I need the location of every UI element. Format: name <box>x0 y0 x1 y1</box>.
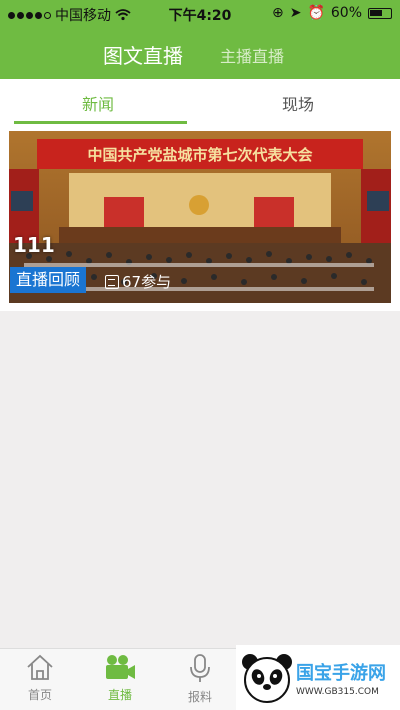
battery-icon <box>368 7 392 19</box>
panda-logo-icon <box>242 654 292 703</box>
live-item-card[interactable]: 中国共产党盐城市第七次代表大会 111 直播回顾 67参与 <box>0 125 400 311</box>
tabbar-item-report[interactable]: 报料 <box>165 653 235 705</box>
subtab-news[interactable]: 新闻 <box>82 91 114 115</box>
alarm-icon: ⏰ <box>307 5 325 21</box>
watermark-text: 国宝手游网 <box>296 663 386 684</box>
tabbar-item-home[interactable]: 首页 <box>5 653 75 703</box>
app-header: 中国移动 下午4:20 ⊕ ➤ ⏰ 60% 图文直播 主播直播 <box>0 0 400 79</box>
participants-count: 67参与 <box>105 271 171 292</box>
site-watermark: 国宝手游网 WWW.GB315.COM <box>236 645 400 710</box>
participants-label: 67参与 <box>122 273 172 291</box>
status-bar: 中国移动 下午4:20 ⊕ ➤ ⏰ 60% <box>0 0 400 26</box>
banner-text: 中国共产党盐城市第七次代表大会 <box>87 146 312 164</box>
tab-anchor-live[interactable]: 主播直播 <box>220 43 284 67</box>
rotation-lock-icon: ⊕ <box>271 5 284 21</box>
tabbar-item-live[interactable]: 直播 <box>85 653 155 703</box>
subtab-bar: 新闻 现场 <box>0 79 400 125</box>
participants-icon <box>105 274 119 289</box>
subtab-indicator <box>14 121 187 124</box>
tab-text-live[interactable]: 图文直播 <box>103 40 183 69</box>
microphone-icon <box>190 654 210 682</box>
live-item-title: 111 <box>13 233 55 257</box>
home-icon <box>27 654 53 680</box>
watermark-url: WWW.GB315.COM <box>296 687 379 697</box>
subtab-scene[interactable]: 现场 <box>282 91 314 115</box>
replay-badge: 直播回顾 <box>10 267 87 293</box>
battery-percent: 60% <box>330 5 362 21</box>
video-camera-icon <box>106 655 135 679</box>
location-icon: ➤ <box>289 5 302 21</box>
